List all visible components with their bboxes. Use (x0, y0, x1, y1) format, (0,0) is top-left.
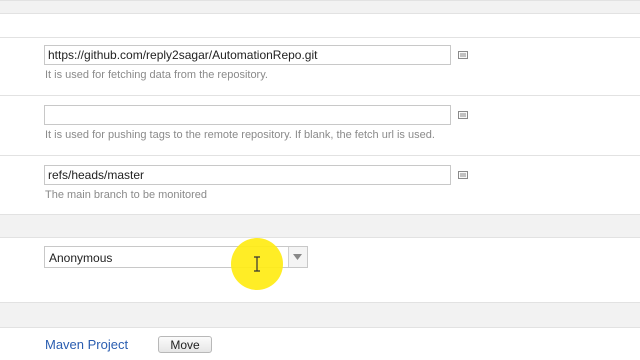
push-url-help: It is used for pushing tags to the remot… (45, 129, 435, 141)
move-button[interactable]: Move (158, 336, 212, 353)
chevron-down-icon[interactable] (288, 247, 307, 267)
section-band (0, 214, 640, 238)
text-cursor-icon (253, 256, 261, 275)
repository-url-help: It is used for fetching data from the re… (45, 69, 268, 81)
notepad-icon[interactable] (458, 171, 468, 179)
push-url-input[interactable] (44, 105, 451, 125)
section-band (0, 302, 640, 328)
branch-help: The main branch to be monitored (45, 189, 208, 201)
repository-url-input[interactable]: https://github.com/reply2sagar/Automatio… (44, 45, 451, 65)
notepad-icon[interactable] (458, 111, 468, 119)
top-section-band (0, 0, 640, 14)
notepad-icon[interactable] (458, 51, 468, 59)
divider (0, 155, 640, 156)
divider (0, 37, 640, 38)
branch-input[interactable]: refs/heads/master (44, 165, 451, 185)
credentials-selected-value: Anonymous (49, 251, 113, 265)
divider (0, 95, 640, 96)
maven-project-link[interactable]: Maven Project (45, 337, 128, 352)
